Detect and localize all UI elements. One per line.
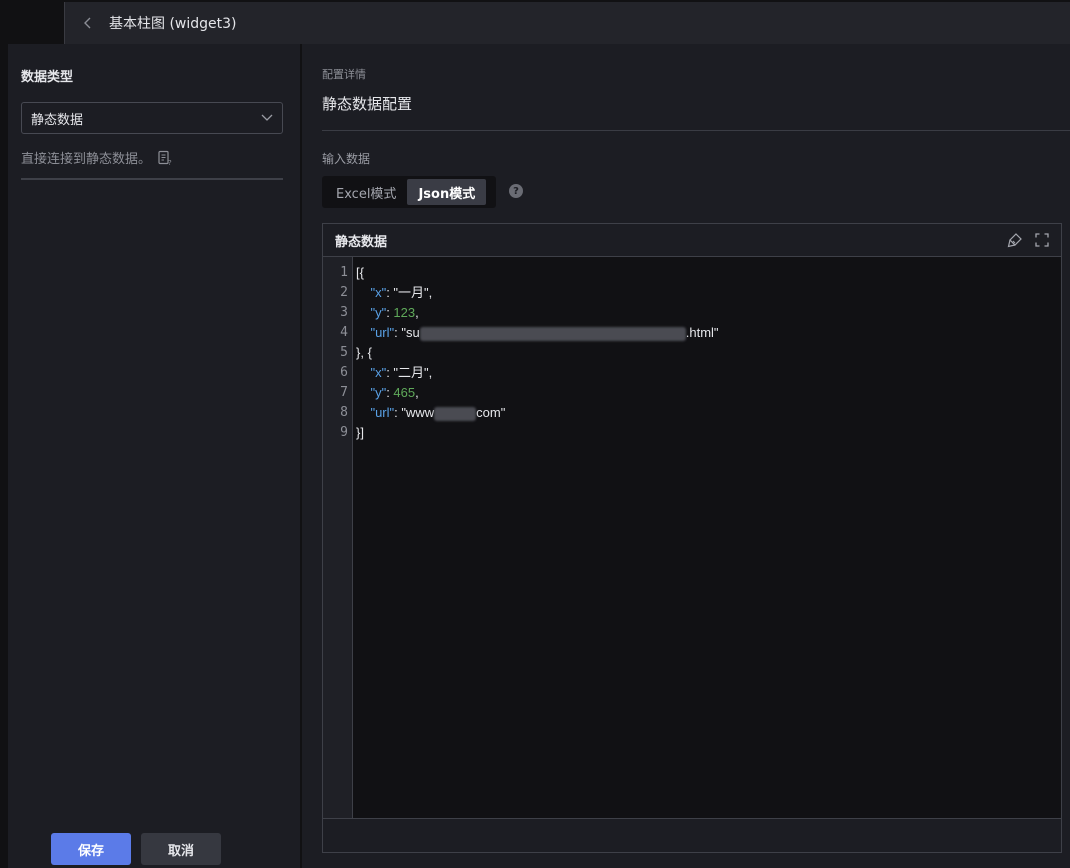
data-type-select-value: 静态数据 [31, 112, 84, 128]
code-line: "x": "一月", [370, 285, 433, 300]
json-key: "x" [370, 285, 387, 300]
json-string: "一月" [393, 285, 429, 300]
json-key: "y" [370, 305, 387, 320]
data-type-select[interactable]: 静态数据 [21, 102, 283, 134]
question-icon[interactable]: ? [509, 184, 523, 198]
line-number: 5 [340, 345, 348, 360]
breadcrumb: 配置详情 [322, 68, 366, 81]
code-line: "y": 123, [370, 305, 419, 320]
json-number: 465 [393, 385, 416, 400]
line-number: 7 [340, 385, 348, 400]
code-line: }] [356, 423, 1061, 443]
data-type-hint: 直接连接到静态数据。 ? [21, 148, 173, 167]
line-number: 3 [340, 305, 348, 320]
editor-footer [323, 818, 1061, 852]
code-token: }, { [356, 345, 372, 360]
redacted-block [434, 406, 477, 421]
tab-json-mode[interactable]: Json模式 [407, 179, 487, 205]
editor-toolbar [1007, 232, 1049, 248]
mode-switch: Excel模式 Json模式 [322, 176, 496, 208]
json-string: com" [476, 405, 506, 420]
page-title: 静态数据配置 [322, 95, 413, 113]
line-number: 2 [340, 285, 348, 300]
json-key: "url" [370, 325, 395, 340]
save-button[interactable]: 保存 [51, 833, 131, 865]
json-editor: 静态数据 1 2 3 4 5 6 7 8 9 [{"x": "一月", "y"… [322, 223, 1062, 853]
json-string: .html" [685, 325, 719, 340]
editor-body: 1 2 3 4 5 6 7 8 9 [{ "x": "一月", "y": 123… [323, 257, 1061, 818]
json-string: "su [401, 325, 420, 340]
json-key: "y" [370, 385, 387, 400]
fullscreen-icon[interactable] [1035, 233, 1049, 247]
format-brush-icon[interactable] [1007, 232, 1023, 248]
code-token: [{ [356, 265, 364, 280]
code-line: }, { [356, 343, 1061, 363]
json-string: "www [401, 405, 435, 420]
divider [322, 130, 1070, 131]
code-token: }] [356, 425, 364, 440]
editor-header: 静态数据 [323, 224, 1061, 257]
line-number: 8 [340, 405, 348, 420]
divider [21, 178, 283, 180]
widget-title: 基本柱图 (widget3) [109, 16, 237, 32]
code-line: "url": "www com" [370, 405, 506, 421]
redacted-block [419, 326, 686, 341]
back-arrow-icon[interactable] [65, 17, 109, 29]
editor-title: 静态数据 [335, 234, 388, 250]
svg-text:?: ? [168, 159, 172, 166]
json-string: "二月" [393, 365, 429, 380]
cancel-button[interactable]: 取消 [141, 833, 221, 865]
line-number: 6 [340, 365, 348, 380]
code-line: "url": "su .html" [370, 325, 719, 341]
data-type-hint-text: 直接连接到静态数据。 [21, 152, 152, 167]
code-line: "x": "二月", [370, 365, 433, 380]
data-type-panel: 数据类型 静态数据 直接连接到静态数据。 ? 保存 取消 [8, 44, 300, 868]
json-number: 123 [393, 305, 416, 320]
json-key: "url" [370, 405, 395, 420]
line-number: 4 [340, 325, 348, 340]
line-number: 1 [340, 265, 348, 280]
tab-excel-mode[interactable]: Excel模式 [325, 179, 407, 205]
top-bar: 基本柱图 (widget3) [64, 2, 1070, 44]
code-area[interactable]: [{ "x": "一月", "y": 123, "url": "su .html"… [353, 257, 1061, 818]
code-line: [{ [356, 263, 1061, 283]
code-line: "y": 465, [370, 385, 419, 400]
line-number: 9 [340, 425, 348, 440]
json-key: "x" [370, 365, 387, 380]
chevron-down-icon [261, 114, 273, 122]
config-detail-panel: 配置详情 静态数据配置 输入数据 Excel模式 Json模式 ? 静态数据 1… [302, 44, 1070, 868]
doc-help-icon[interactable]: ? [157, 150, 173, 166]
input-data-label: 输入数据 [322, 152, 371, 166]
data-type-label: 数据类型 [21, 70, 74, 85]
line-number-gutter: 1 2 3 4 5 6 7 8 9 [323, 257, 353, 818]
